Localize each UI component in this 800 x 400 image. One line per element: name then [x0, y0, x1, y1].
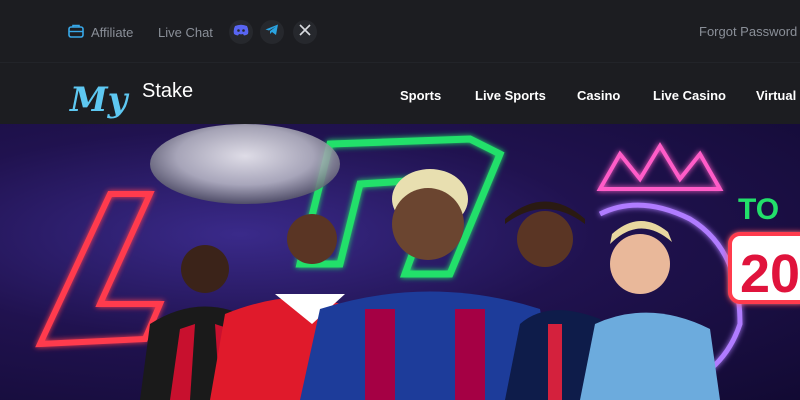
x-icon [299, 23, 311, 41]
mystake-logo[interactable]: My Stake [68, 75, 208, 120]
nav-live-casino[interactable]: Live Casino [653, 88, 726, 103]
player-5 [580, 220, 720, 400]
football-graphic [150, 124, 340, 204]
telegram-button[interactable] [260, 20, 284, 44]
hero-artwork: TO 20 [35, 124, 800, 400]
nav-sports[interactable]: Sports [400, 88, 441, 103]
top-utility-bar: Affiliate Live Chat Forgot Password [0, 0, 800, 62]
telegram-icon [265, 23, 279, 41]
nav-casino[interactable]: Casino [577, 88, 620, 103]
nav-live-sports[interactable]: Live Sports [475, 88, 546, 103]
live-chat-label: Live Chat [158, 24, 213, 40]
x-button[interactable] [293, 20, 317, 44]
briefcase-icon [68, 24, 84, 41]
affiliate-label: Affiliate [91, 24, 134, 40]
logo-word: Stake [142, 80, 193, 102]
crown-emblem [596, 142, 724, 191]
forgot-password-link[interactable]: Forgot Password [699, 24, 797, 39]
hero-banner[interactable]: TO 20 [0, 124, 800, 400]
logo-script: My [69, 80, 130, 119]
hero-headline: TO [738, 193, 779, 226]
discord-icon [233, 23, 249, 41]
red-neon-shape [35, 191, 165, 348]
hero-year: 20 [740, 244, 800, 304]
live-chat-link[interactable]: Live Chat [158, 22, 213, 42]
main-nav-bar: My Stake Sports Live Sports Casino Live … [0, 62, 800, 124]
discord-button[interactable] [229, 20, 253, 44]
affiliate-link[interactable]: Affiliate [68, 22, 133, 42]
nav-virtual[interactable]: Virtual [756, 88, 796, 103]
